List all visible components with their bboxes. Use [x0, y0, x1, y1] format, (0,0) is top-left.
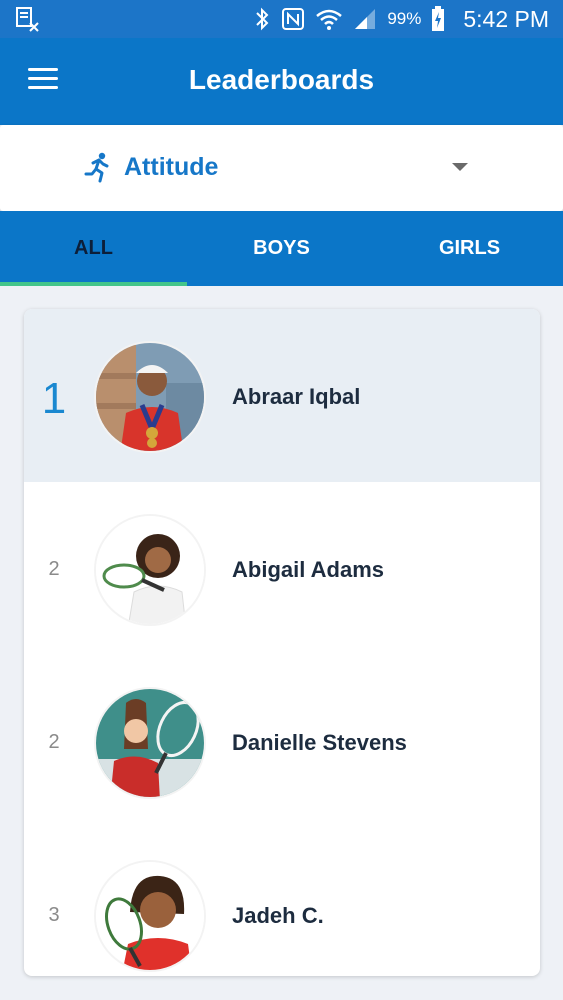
- nfc-icon: [281, 7, 305, 31]
- leaderboard-list: 1 Abraar Iqbal 2 Abigail Adams 2 Daniell…: [24, 309, 540, 976]
- tab-girls[interactable]: GIRLS: [376, 211, 563, 286]
- filter-tabs: ALL BOYS GIRLS: [0, 211, 563, 286]
- tab-boys[interactable]: BOYS: [188, 211, 375, 286]
- rank-number: 3: [48, 904, 60, 926]
- rank-number: 2: [48, 731, 60, 753]
- avatar: [94, 341, 206, 453]
- avatar: [94, 514, 206, 626]
- wifi-icon: [315, 7, 343, 31]
- selected-category: Attitude: [124, 153, 219, 181]
- bluetooth-icon: [253, 7, 271, 31]
- dropdown-arrow-icon: [452, 163, 468, 171]
- rank-number: 2: [48, 558, 60, 580]
- leaderboard-row[interactable]: 3 Jadeh C.: [24, 828, 540, 976]
- notification-icon: [14, 6, 40, 32]
- rank-number: 1: [41, 374, 67, 423]
- avatar: [94, 860, 206, 972]
- tab-all[interactable]: ALL: [0, 211, 187, 286]
- active-tab-indicator: [0, 282, 187, 286]
- battery-percent: 99%: [387, 9, 422, 28]
- battery-charging-icon: [431, 6, 445, 32]
- signal-icon: [353, 7, 377, 31]
- category-dropdown[interactable]: Attitude: [0, 125, 563, 211]
- player-name: Jadeh C.: [232, 903, 324, 928]
- status-bar: 99% 5:42 PM: [0, 0, 563, 38]
- player-name: Abigail Adams: [232, 557, 384, 582]
- page-title: Leaderboards: [188, 64, 375, 95]
- player-name: Abraar Iqbal: [232, 384, 361, 409]
- clock: 5:42 PM: [463, 5, 549, 32]
- avatar: [94, 687, 206, 799]
- player-name: Danielle Stevens: [232, 730, 407, 755]
- leaderboard-row[interactable]: 2 Abigail Adams: [24, 482, 540, 655]
- app-bar: Leaderboards: [0, 38, 563, 125]
- runner-icon: [84, 152, 109, 183]
- leaderboard-row[interactable]: 2 Danielle Stevens: [24, 655, 540, 828]
- leaderboard-row[interactable]: 1 Abraar Iqbal: [24, 309, 540, 482]
